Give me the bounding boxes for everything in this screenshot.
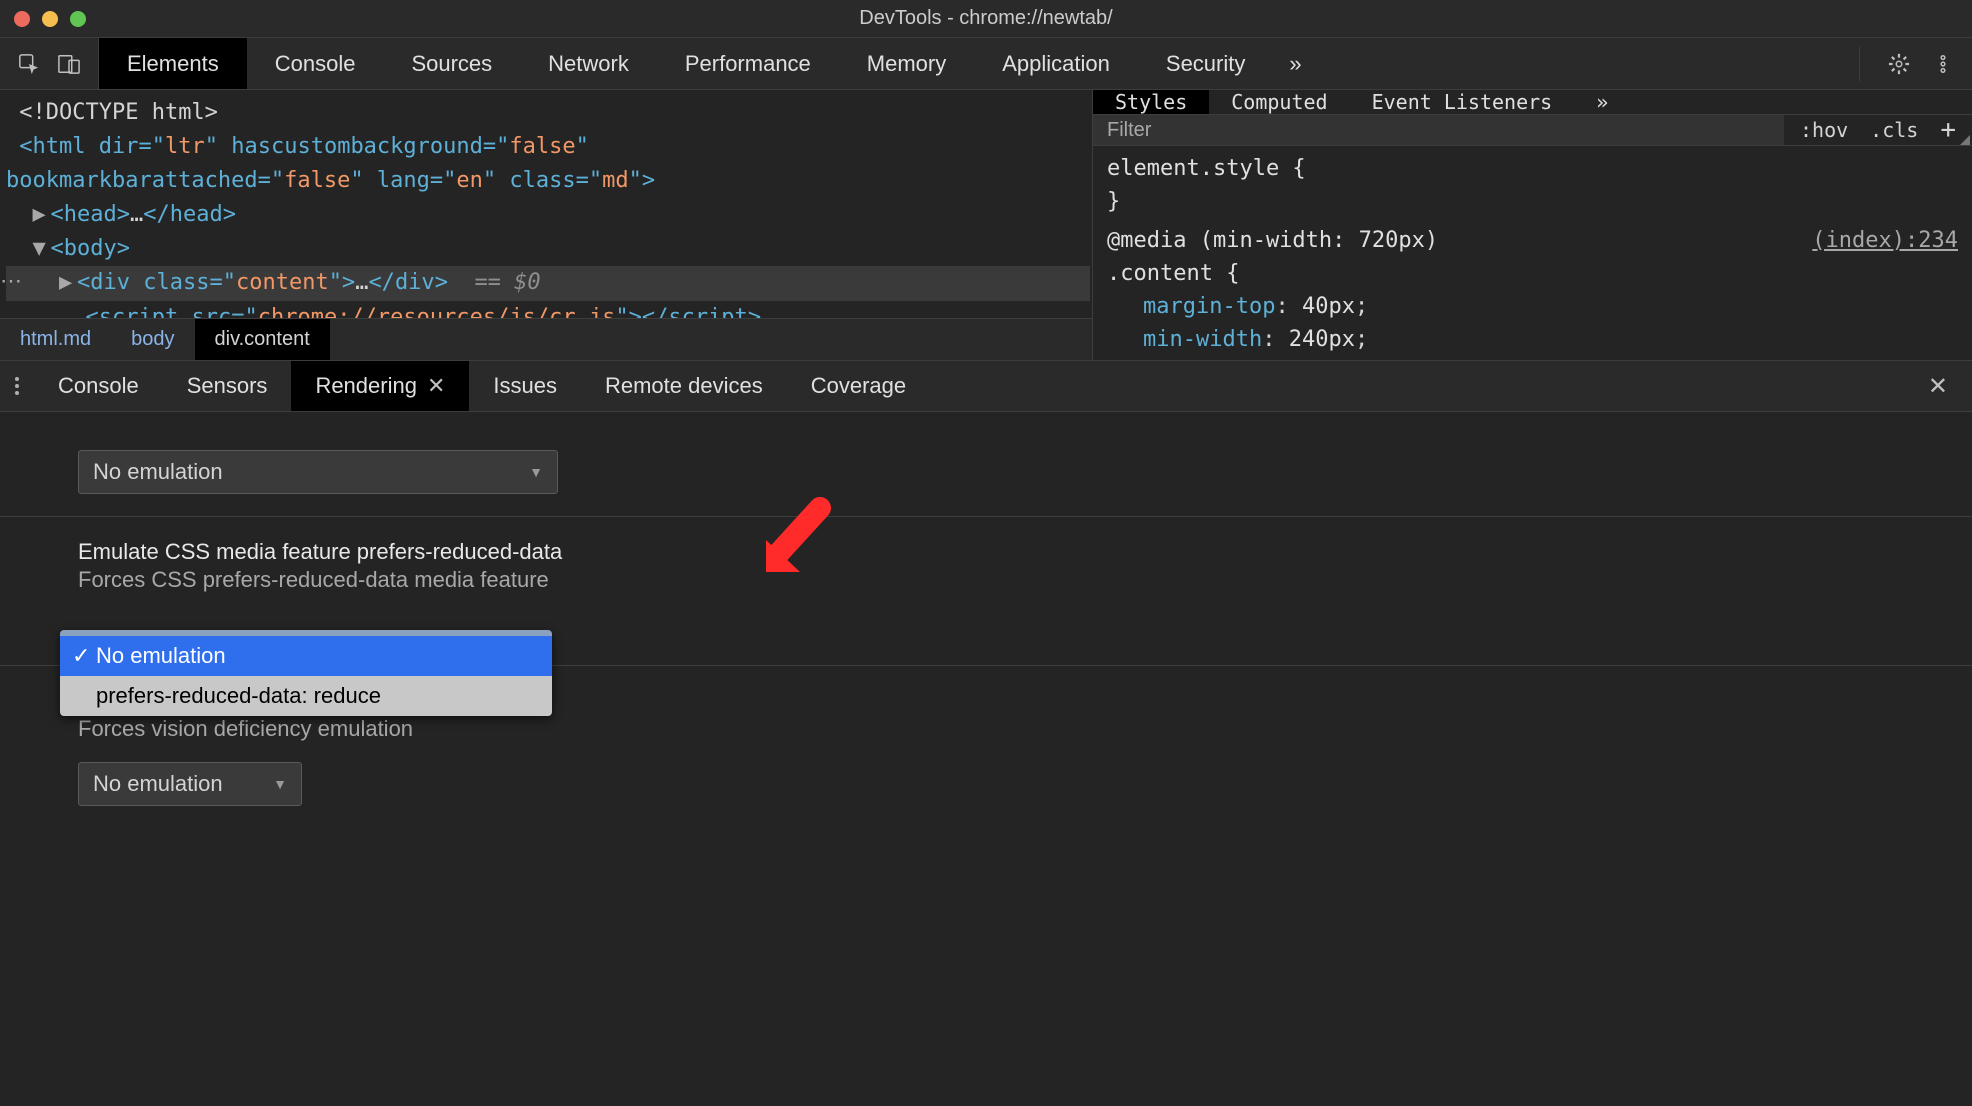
tab-application[interactable]: Application xyxy=(974,38,1138,89)
styles-tab-event-listeners[interactable]: Event Listeners xyxy=(1350,90,1575,114)
kebab-menu-icon[interactable] xyxy=(1932,53,1954,75)
device-toggle-icon[interactable] xyxy=(58,53,80,75)
rendering-panel: No emulation ▼ Emulate CSS media feature… xyxy=(0,412,1972,1106)
caret-down-icon: ▼ xyxy=(529,464,543,480)
hov-toggle[interactable]: :hov xyxy=(1800,118,1848,142)
vision-deficiency-desc: Forces vision deficiency emulation xyxy=(78,716,1972,742)
css-media-select[interactable]: No emulation ▼ xyxy=(78,450,558,494)
media-query: @media (min-width: 720px) xyxy=(1107,228,1438,253)
crumb-html[interactable]: html.md xyxy=(0,319,111,360)
drawer-tab-rendering[interactable]: Rendering✕ xyxy=(291,361,469,411)
rule-source-link[interactable]: (index):234 xyxy=(1812,224,1958,257)
prefers-reduced-data-title: Emulate CSS media feature prefers-reduce… xyxy=(78,539,1972,565)
settings-icon[interactable] xyxy=(1888,53,1910,75)
css-prop[interactable]: margin-top xyxy=(1143,294,1275,319)
dropdown-option-reduce[interactable]: prefers-reduced-data: reduce xyxy=(60,676,552,716)
drawer-tab-coverage[interactable]: Coverage xyxy=(787,361,930,411)
dom-html-open-2[interactable]: bookmarkbarattached="false" lang="en" cl… xyxy=(6,164,1090,198)
crumb-div-content[interactable]: div.content xyxy=(195,319,330,360)
selection-gutter-icon: ⋯ xyxy=(0,268,24,294)
tab-elements[interactable]: Elements xyxy=(99,38,247,89)
tab-network[interactable]: Network xyxy=(520,38,657,89)
prefers-reduced-data-dropdown[interactable]: No emulation prefers-reduced-data: reduc… xyxy=(60,630,552,716)
element-style-close: } xyxy=(1107,189,1120,214)
select-value: No emulation xyxy=(93,459,223,485)
tab-security[interactable]: Security xyxy=(1138,38,1273,89)
drawer-tabs: Console Sensors Rendering✕ Issues Remote… xyxy=(0,360,1972,412)
close-drawer-button[interactable]: ✕ xyxy=(1904,361,1972,411)
drawer-tab-console[interactable]: Console xyxy=(34,361,163,411)
dropdown-option-no-emulation[interactable]: No emulation xyxy=(60,636,552,676)
panel-tabs: Elements Console Sources Network Perform… xyxy=(99,38,1318,89)
element-style-header: element.style { xyxy=(1107,156,1306,181)
drawer-tab-issues[interactable]: Issues xyxy=(469,361,581,411)
inspect-element-icon[interactable] xyxy=(18,53,40,75)
add-rule-button[interactable]: + xyxy=(1940,115,1956,145)
main-toolbar: Elements Console Sources Network Perform… xyxy=(0,38,1972,90)
tab-performance[interactable]: Performance xyxy=(657,38,839,89)
css-val[interactable]: 240px xyxy=(1289,327,1355,352)
css-prop[interactable]: min-width xyxy=(1143,327,1262,352)
tab-sources[interactable]: Sources xyxy=(383,38,520,89)
tab-console[interactable]: Console xyxy=(247,38,384,89)
styles-filter-input[interactable] xyxy=(1093,115,1784,145)
styles-tab-styles[interactable]: Styles xyxy=(1093,90,1209,114)
select-value: No emulation xyxy=(93,771,223,797)
prefers-reduced-data-desc: Forces CSS prefers-reduced-data media fe… xyxy=(78,567,1972,593)
drawer-tab-remote-devices[interactable]: Remote devices xyxy=(581,361,787,411)
dom-body[interactable]: ▼<body> xyxy=(6,232,1090,266)
styles-rules[interactable]: element.style { } (index):234 @media (mi… xyxy=(1093,146,1972,362)
styles-tab-computed[interactable]: Computed xyxy=(1209,90,1349,114)
dom-div-content[interactable]: ▶<div class="content">…</div> == $0 xyxy=(6,266,1090,300)
tab-memory[interactable]: Memory xyxy=(839,38,974,89)
styles-tabs-overflow[interactable]: » xyxy=(1574,90,1630,114)
tabs-overflow[interactable]: » xyxy=(1273,38,1317,89)
caret-down-icon: ▼ xyxy=(273,776,287,792)
css-val[interactable]: 40px xyxy=(1302,294,1355,319)
dom-doctype[interactable]: <!DOCTYPE html> xyxy=(6,96,1090,130)
annotation-arrow-icon xyxy=(760,496,840,585)
crumb-body[interactable]: body xyxy=(111,319,194,360)
window-title: DevTools - chrome://newtab/ xyxy=(0,7,1972,30)
vision-deficiency-select[interactable]: No emulation ▼ xyxy=(78,762,302,806)
window-titlebar: DevTools - chrome://newtab/ xyxy=(0,0,1972,38)
cls-toggle[interactable]: .cls xyxy=(1870,118,1918,142)
dom-head[interactable]: ▶<head>…</head> xyxy=(6,198,1090,232)
elements-tree[interactable]: ⋯ <!DOCTYPE html> <html dir="ltr" hascus… xyxy=(0,90,1092,360)
dom-html-open[interactable]: <html dir="ltr" hascustombackground="fal… xyxy=(6,130,1090,164)
selector: .content { xyxy=(1107,261,1239,286)
drawer-tab-sensors[interactable]: Sensors xyxy=(163,361,292,411)
resize-handle-icon[interactable] xyxy=(1960,135,1970,145)
close-tab-icon[interactable]: ✕ xyxy=(427,373,445,399)
breadcrumb: html.md body div.content xyxy=(0,318,1092,360)
drawer-menu-icon[interactable] xyxy=(0,361,34,411)
styles-pane: Styles Computed Event Listeners » :hov .… xyxy=(1092,90,1972,360)
